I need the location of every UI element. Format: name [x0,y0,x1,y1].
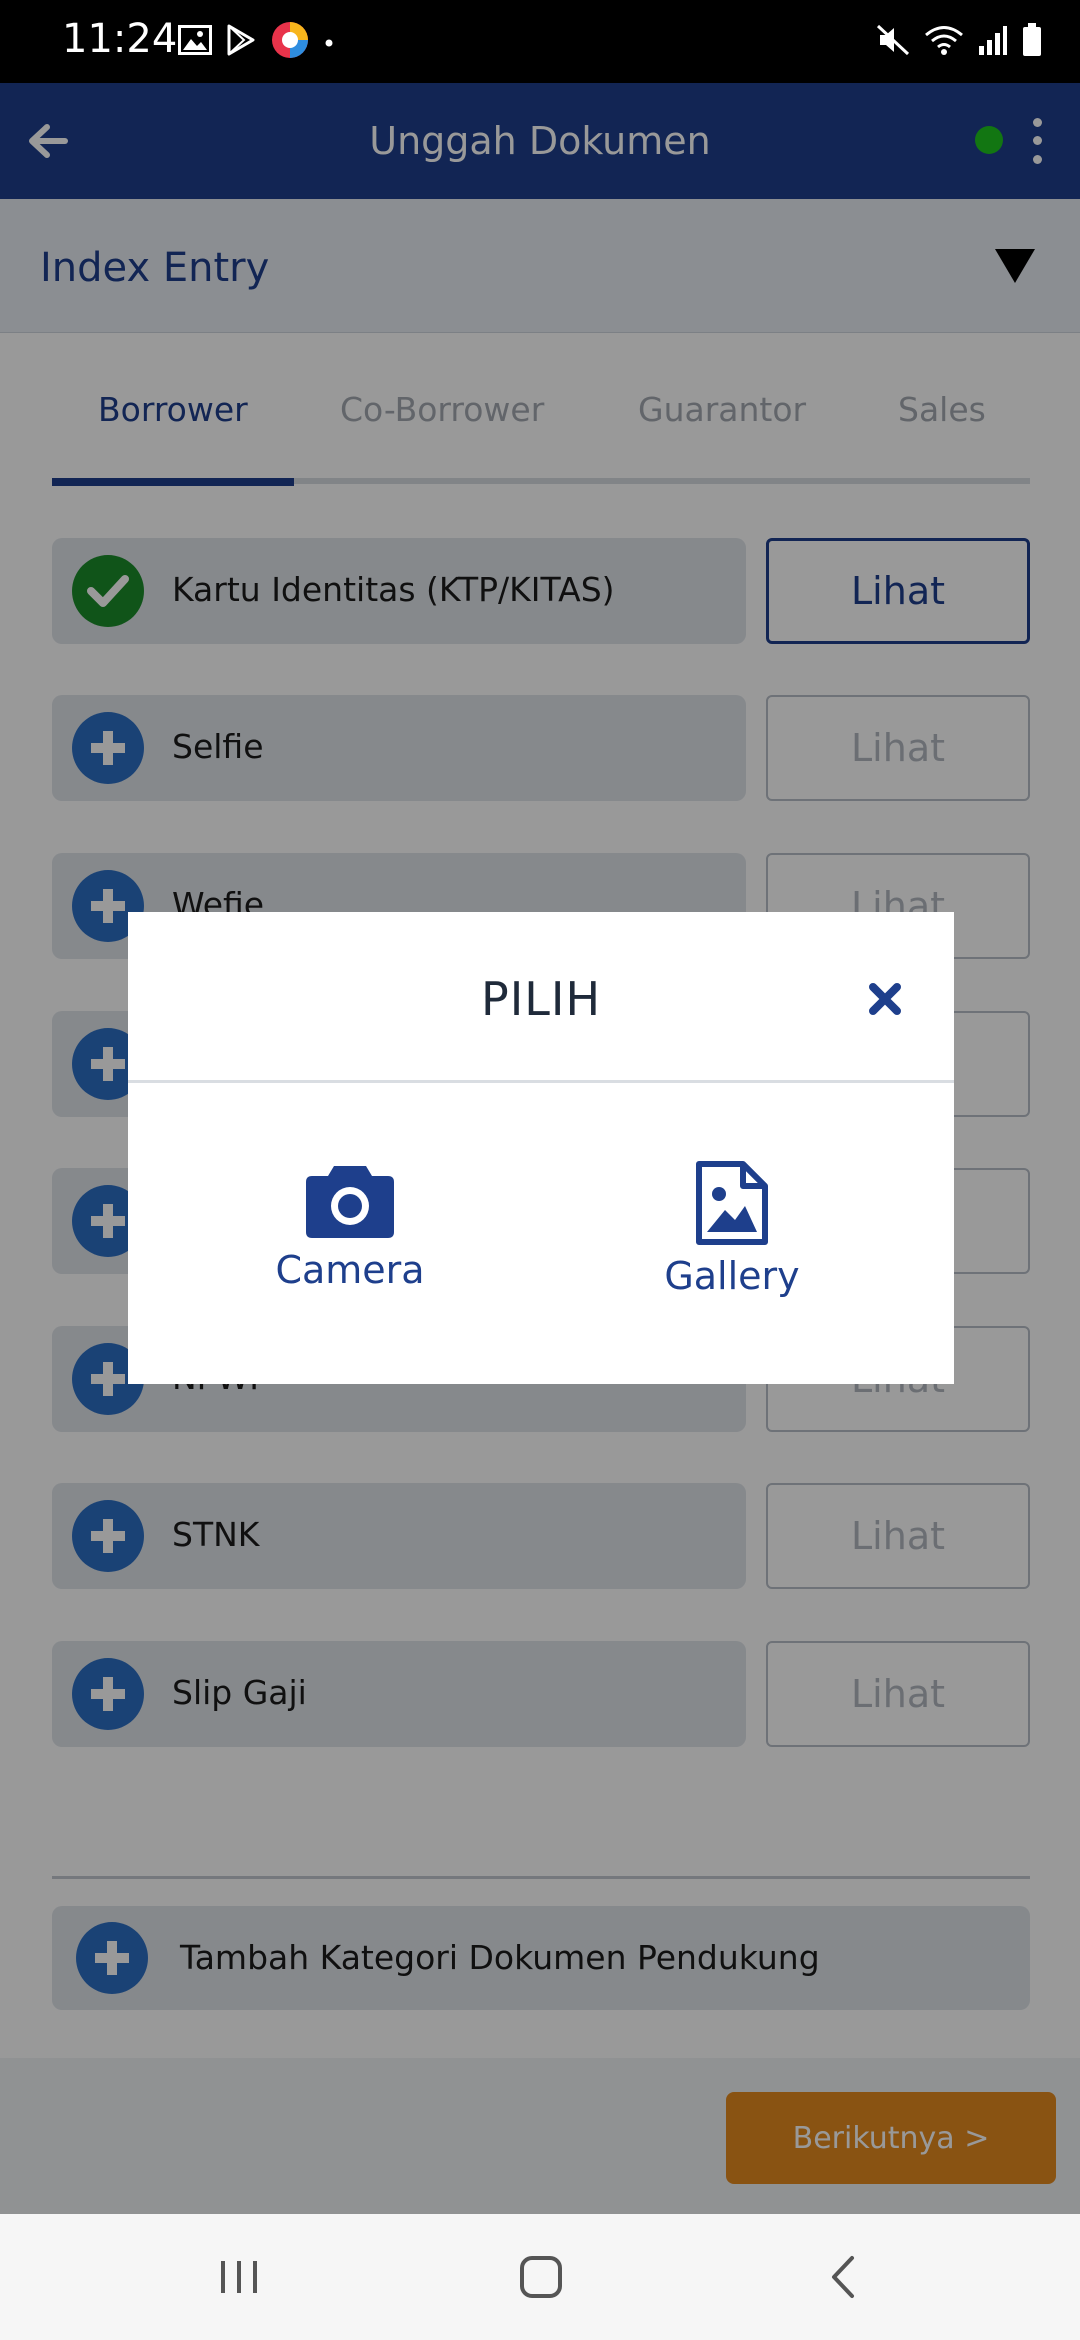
status-left-icons [178,18,334,66]
dialog-title: PILIH [480,972,602,1026]
close-icon [869,983,901,1015]
home-icon [520,2256,562,2298]
app-logo-icon [270,20,310,64]
source-picker-dialog: PILIH Camera Gallery [128,912,954,1384]
home-button[interactable] [506,2242,576,2312]
recent-apps-button[interactable] [204,2242,274,2312]
camera-option[interactable]: Camera [235,1160,465,1310]
battery-icon [1022,23,1042,61]
camera-icon [306,1166,394,1238]
play-store-icon [226,24,256,60]
image-file-icon [696,1161,768,1245]
status-right-icons [876,18,1042,66]
mute-icon [876,24,910,60]
gallery-option[interactable]: Gallery [617,1160,847,1310]
wifi-icon [924,24,964,60]
status-bar: 11:24 [0,0,1080,83]
camera-option-label: Camera [275,1248,425,1292]
gallery-option-label: Gallery [664,1254,800,1298]
dialog-divider [128,1080,954,1083]
image-icon [178,25,212,59]
system-nav-bar [0,2214,1080,2340]
back-nav-button[interactable] [808,2242,878,2312]
signal-icon [978,24,1008,60]
chevron-left-icon [832,2256,854,2298]
close-button[interactable] [864,978,906,1020]
recents-icon [221,2261,257,2293]
dot-icon [324,33,334,52]
status-time: 11:24 [62,16,178,62]
